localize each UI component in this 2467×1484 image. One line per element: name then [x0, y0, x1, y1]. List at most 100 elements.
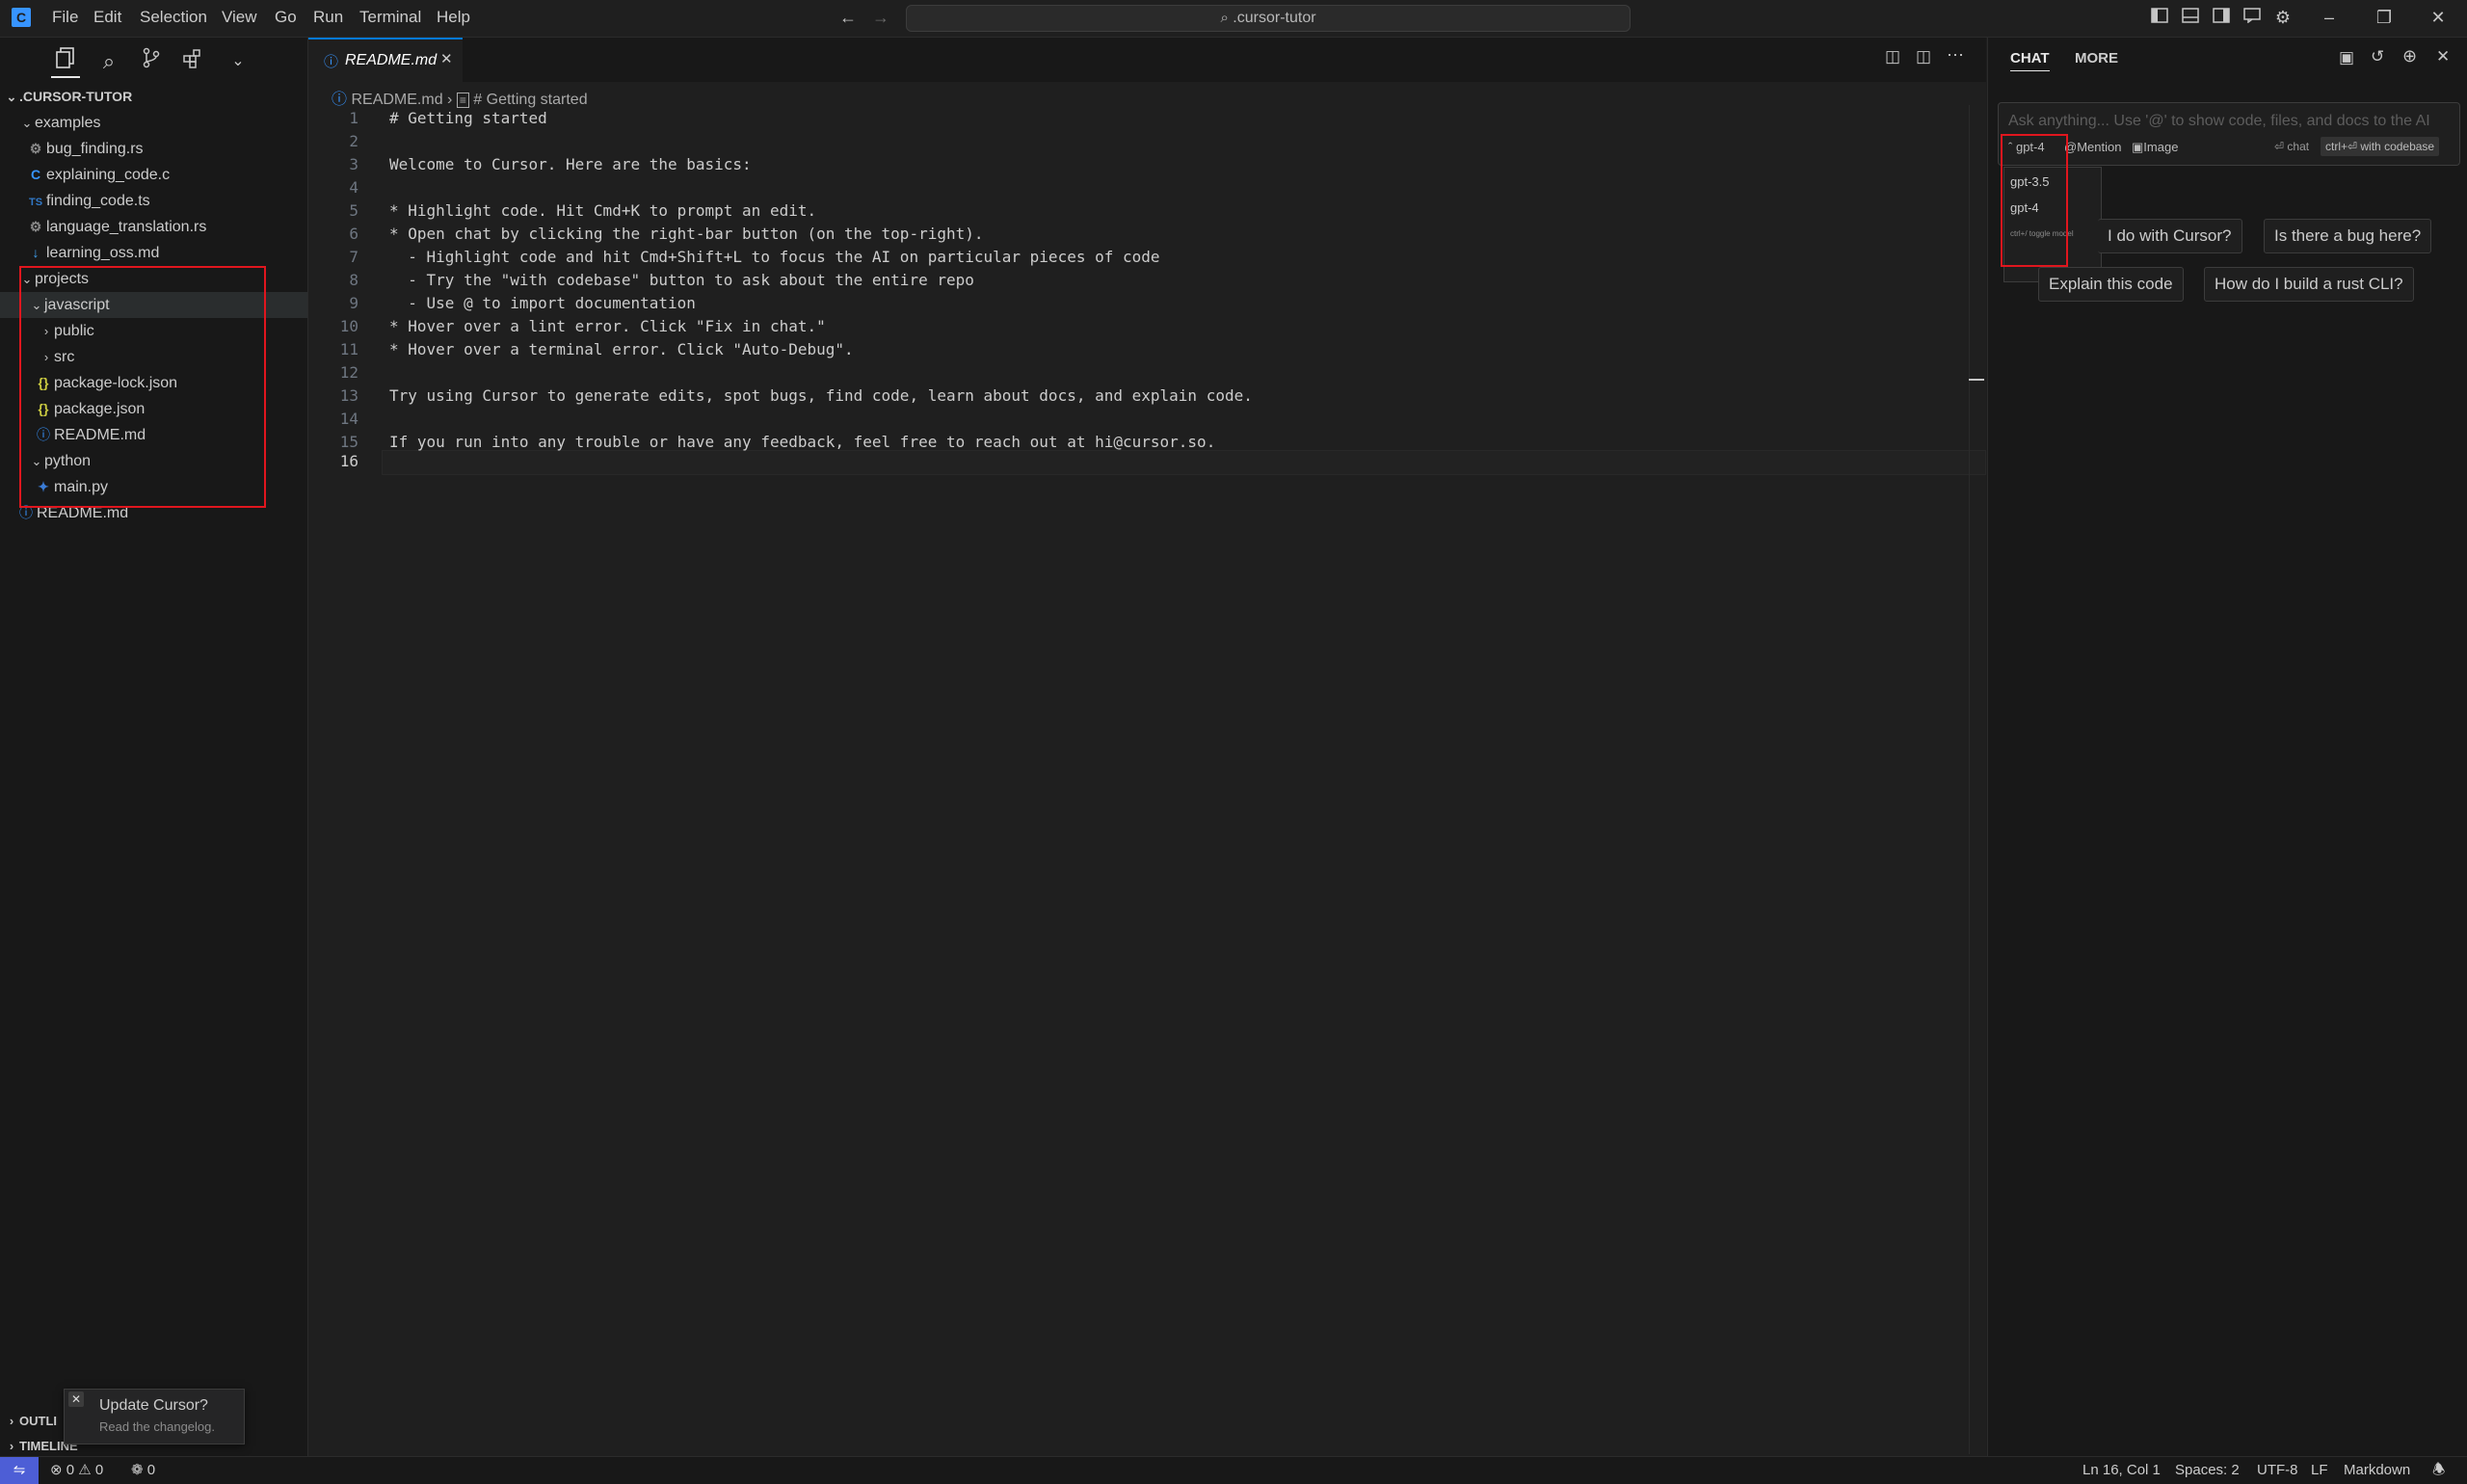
menu-file[interactable]: File — [52, 8, 78, 27]
line-number: 9 — [349, 294, 358, 312]
problems-indicator[interactable]: ⊗ 0 ⚠ 0 — [50, 1457, 103, 1484]
menu-selection[interactable]: Selection — [140, 8, 207, 27]
line-number: 5 — [349, 201, 358, 220]
notification-title: Update Cursor? — [99, 1397, 208, 1414]
notification-subtitle[interactable]: Read the changelog. — [99, 1419, 215, 1434]
tree-item-label: learning_oss.md — [46, 245, 160, 261]
chat-input[interactable]: Ask anything... Use '@' to show code, fi… — [2008, 113, 2430, 130]
tab-chat[interactable]: CHAT — [2010, 50, 2050, 71]
tree-file-explaining-code[interactable]: Cexplaining_code.c — [0, 162, 307, 188]
rust-file-icon: ⚙ — [29, 141, 42, 156]
cursor-position[interactable]: Ln 16, Col 1 — [2082, 1457, 2161, 1484]
chat-panel-icon[interactable] — [2241, 6, 2264, 29]
open-preview-icon[interactable]: ◫ — [1885, 47, 1900, 66]
editor-tab-bar: ⓘ README.md ✕ ◫ ◫ ⋯ — [308, 38, 1986, 82]
line-number: 10 — [339, 317, 358, 335]
with-codebase-button[interactable]: ctrl+⏎ with codebase — [2321, 137, 2440, 156]
toggle-panel-icon[interactable] — [2179, 6, 2202, 29]
close-window-icon[interactable]: ✕ — [2427, 6, 2450, 29]
indentation[interactable]: Spaces: 2 — [2175, 1457, 2240, 1484]
markdown-file-icon: ↓ — [32, 245, 40, 260]
maximize-chat-icon[interactable]: ▣ — [2339, 48, 2354, 67]
close-chat-icon[interactable]: ✕ — [2436, 47, 2450, 66]
warning-icon: ⚠ — [78, 1462, 92, 1478]
tree-file-finding-code[interactable]: TS finding_code.ts — [0, 188, 307, 214]
forward-arrow-icon[interactable]: → — [869, 6, 892, 29]
command-center-search[interactable]: ⌕ .cursor-tutor — [906, 5, 1631, 32]
menu-view[interactable]: View — [222, 8, 257, 27]
explorer-root-folder[interactable]: ⌄ .CURSOR-TUTOR — [0, 84, 307, 110]
search-icon[interactable]: ⌕ — [94, 47, 123, 76]
c-file-icon: C — [30, 167, 41, 182]
annotation-highlight-box — [19, 266, 266, 508]
info-file-icon: ⓘ — [332, 92, 348, 108]
menu-terminal[interactable]: Terminal — [359, 8, 421, 27]
menu-edit[interactable]: Edit — [93, 8, 121, 27]
close-tab-icon[interactable]: ✕ — [440, 50, 453, 67]
suggestion-chip[interactable]: Is there a bug here? — [2264, 219, 2432, 253]
tab-label: README.md — [345, 52, 438, 68]
suggestion-chip[interactable]: Explain this code — [2038, 267, 2184, 302]
back-arrow-icon[interactable]: ← — [836, 6, 860, 29]
search-icon: ⌕ — [1220, 10, 1229, 26]
line-number: 2 — [349, 132, 358, 150]
extensions-icon[interactable] — [178, 47, 207, 76]
menu-go[interactable]: Go — [275, 8, 297, 27]
mention-label: Mention — [2077, 140, 2122, 154]
breadcrumb-file[interactable]: README.md — [351, 92, 442, 108]
split-editor-icon[interactable]: ◫ — [1916, 47, 1931, 66]
bell-icon[interactable]: 🕭 — [2432, 1457, 2445, 1484]
toggle-secondary-sidebar-icon[interactable] — [2210, 6, 2233, 29]
code-line: - Use @ to import documentation — [389, 294, 696, 312]
warning-count: 0 — [94, 1462, 104, 1478]
chat-panel: CHAT MORE ▣ ↺ ⊕ ✕ Ask anything... Use '@… — [1987, 38, 2467, 1456]
encoding[interactable]: UTF-8 — [2257, 1457, 2298, 1484]
tree-file-language-translation[interactable]: ⚙ language_translation.rs — [0, 214, 307, 240]
chevron-down-icon[interactable]: ⌄ — [224, 47, 252, 76]
code-line: # Getting started — [389, 109, 547, 127]
info-file-icon: ⓘ — [324, 54, 339, 70]
tree-folder-examples[interactable]: ⌄ examples — [0, 110, 307, 136]
line-number: 7 — [349, 248, 358, 266]
ports-indicator[interactable]: ❁ 0 — [131, 1457, 155, 1484]
line-number: 13 — [339, 386, 358, 405]
root-folder-label: .CURSOR-TUTOR — [19, 89, 133, 104]
end-of-line[interactable]: LF — [2311, 1457, 2328, 1484]
minimize-icon[interactable]: – — [2318, 6, 2341, 29]
restore-icon[interactable]: ❐ — [2373, 6, 2396, 29]
code-line: - Try the "with codebase" button to ask … — [389, 271, 974, 289]
tree-file-bug-finding[interactable]: ⚙ bug_finding.rs — [0, 136, 307, 162]
tree-item-label: finding_code.ts — [46, 193, 150, 209]
app-logo: C — [12, 8, 31, 27]
tree-item-label: examples — [35, 115, 101, 131]
settings-gear-icon[interactable]: ⚙ — [2271, 6, 2295, 29]
language-mode[interactable]: Markdown — [2344, 1457, 2410, 1484]
image-button[interactable]: ▣Image — [2132, 140, 2178, 155]
tab-more[interactable]: MORE — [2075, 50, 2118, 66]
line-number-active: 16 — [339, 452, 358, 470]
send-chat-hint[interactable]: ⏎ chat — [2274, 140, 2309, 153]
menu-run[interactable]: Run — [313, 8, 343, 27]
explorer-files-icon[interactable] — [51, 47, 80, 78]
chevron-right-icon: › — [9, 1414, 14, 1428]
tab-readme[interactable]: ⓘ README.md ✕ — [308, 38, 463, 82]
mention-button[interactable]: @Mention — [2064, 140, 2121, 154]
toggle-primary-sidebar-icon[interactable] — [2148, 6, 2171, 29]
tree-file-learning-oss[interactable]: ↓ learning_oss.md — [0, 240, 307, 266]
update-notification[interactable]: ✕ Update Cursor? Read the changelog. — [64, 1389, 245, 1444]
source-control-icon[interactable] — [137, 47, 166, 76]
symbol-heading-icon: ≡ — [456, 93, 469, 108]
chevron-down-icon: ⌄ — [21, 116, 33, 130]
close-icon[interactable]: ✕ — [68, 1391, 84, 1407]
error-icon: ⊗ — [50, 1462, 63, 1478]
suggestion-chip[interactable]: I do with Cursor? — [2098, 219, 2242, 253]
suggestion-chip[interactable]: How do I build a rust CLI? — [2204, 267, 2414, 302]
breadcrumb-symbol[interactable]: # Getting started — [473, 92, 587, 108]
history-icon[interactable]: ↺ — [2371, 47, 2384, 66]
new-chat-plus-icon[interactable]: ⊕ — [2402, 46, 2417, 66]
remote-indicator-icon[interactable]: ⇋ — [0, 1457, 39, 1484]
menu-help[interactable]: Help — [437, 8, 470, 27]
tree-item-label: language_translation.rs — [46, 219, 207, 235]
code-line: * Open chat by clicking the right-bar bu… — [389, 225, 984, 243]
more-actions-icon[interactable]: ⋯ — [1947, 45, 1964, 66]
